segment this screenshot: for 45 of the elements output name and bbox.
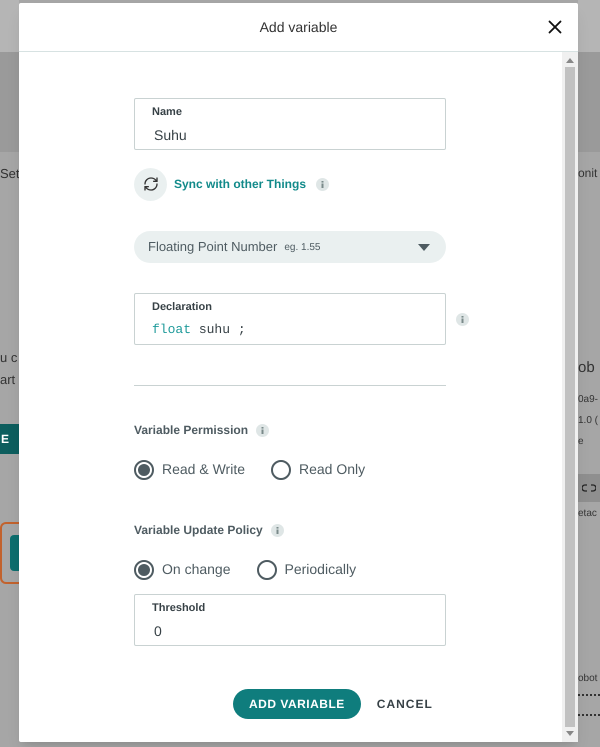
field-label: Threshold (152, 601, 206, 616)
radio-option[interactable]: Read Only (271, 459, 366, 480)
add-variable-button[interactable]: ADD VARIABLE (233, 689, 361, 719)
detail-text: etac (578, 507, 598, 521)
scroll-down-icon[interactable] (566, 731, 574, 736)
action-button[interactable]: E (0, 424, 19, 454)
radio-option[interactable]: Read & Write (134, 459, 245, 480)
detail-text: 1.0 ( (578, 414, 600, 428)
body-text: u c (0, 350, 18, 366)
sync-link[interactable]: Sync with other Things (174, 175, 306, 193)
detail-text: obot (578, 672, 598, 686)
radio-button[interactable] (256, 560, 276, 580)
threshold-field[interactable]: Threshold 0 (134, 594, 446, 646)
scrollbar[interactable] (562, 52, 578, 742)
radio-button[interactable] (134, 460, 154, 480)
field-value: Suhu (154, 126, 188, 144)
type-dropdown[interactable]: Floating Point Number eg. 1.55 (134, 231, 446, 263)
name-field[interactable]: Name Suhu (134, 98, 446, 150)
field-label: Declaration (152, 300, 213, 315)
info-icon[interactable] (256, 424, 270, 436)
section-title: Variable Permission (134, 422, 248, 439)
detail-text: 0a9- (578, 393, 600, 407)
radio-option[interactable]: Periodically (256, 559, 356, 580)
link-icon (582, 484, 596, 492)
info-icon[interactable] (456, 312, 469, 326)
device-heading: ob (578, 358, 596, 378)
detail-text: e (578, 435, 585, 449)
section-title: Variable Update Policy (134, 522, 263, 539)
field-value: 0 (154, 622, 163, 640)
dialog-title: Add variable (260, 18, 338, 36)
caret-icon (418, 244, 430, 250)
code-line: float suhu ; (152, 320, 247, 338)
tab-label[interactable]: onit (578, 164, 600, 182)
radio-button[interactable] (134, 560, 154, 580)
field-label: Name (152, 105, 183, 120)
radio-option[interactable]: On change (134, 559, 230, 580)
top-bar (578, 0, 600, 52)
top-bar (0, 0, 19, 52)
cancel-button[interactable]: CANCEL (376, 695, 433, 713)
sync-icon[interactable] (134, 168, 167, 200)
scroll-up-icon[interactable] (566, 58, 574, 63)
info-icon[interactable] (270, 524, 284, 536)
body-text: art (0, 372, 16, 388)
info-icon[interactable] (316, 178, 330, 190)
radio-button[interactable] (271, 460, 291, 480)
